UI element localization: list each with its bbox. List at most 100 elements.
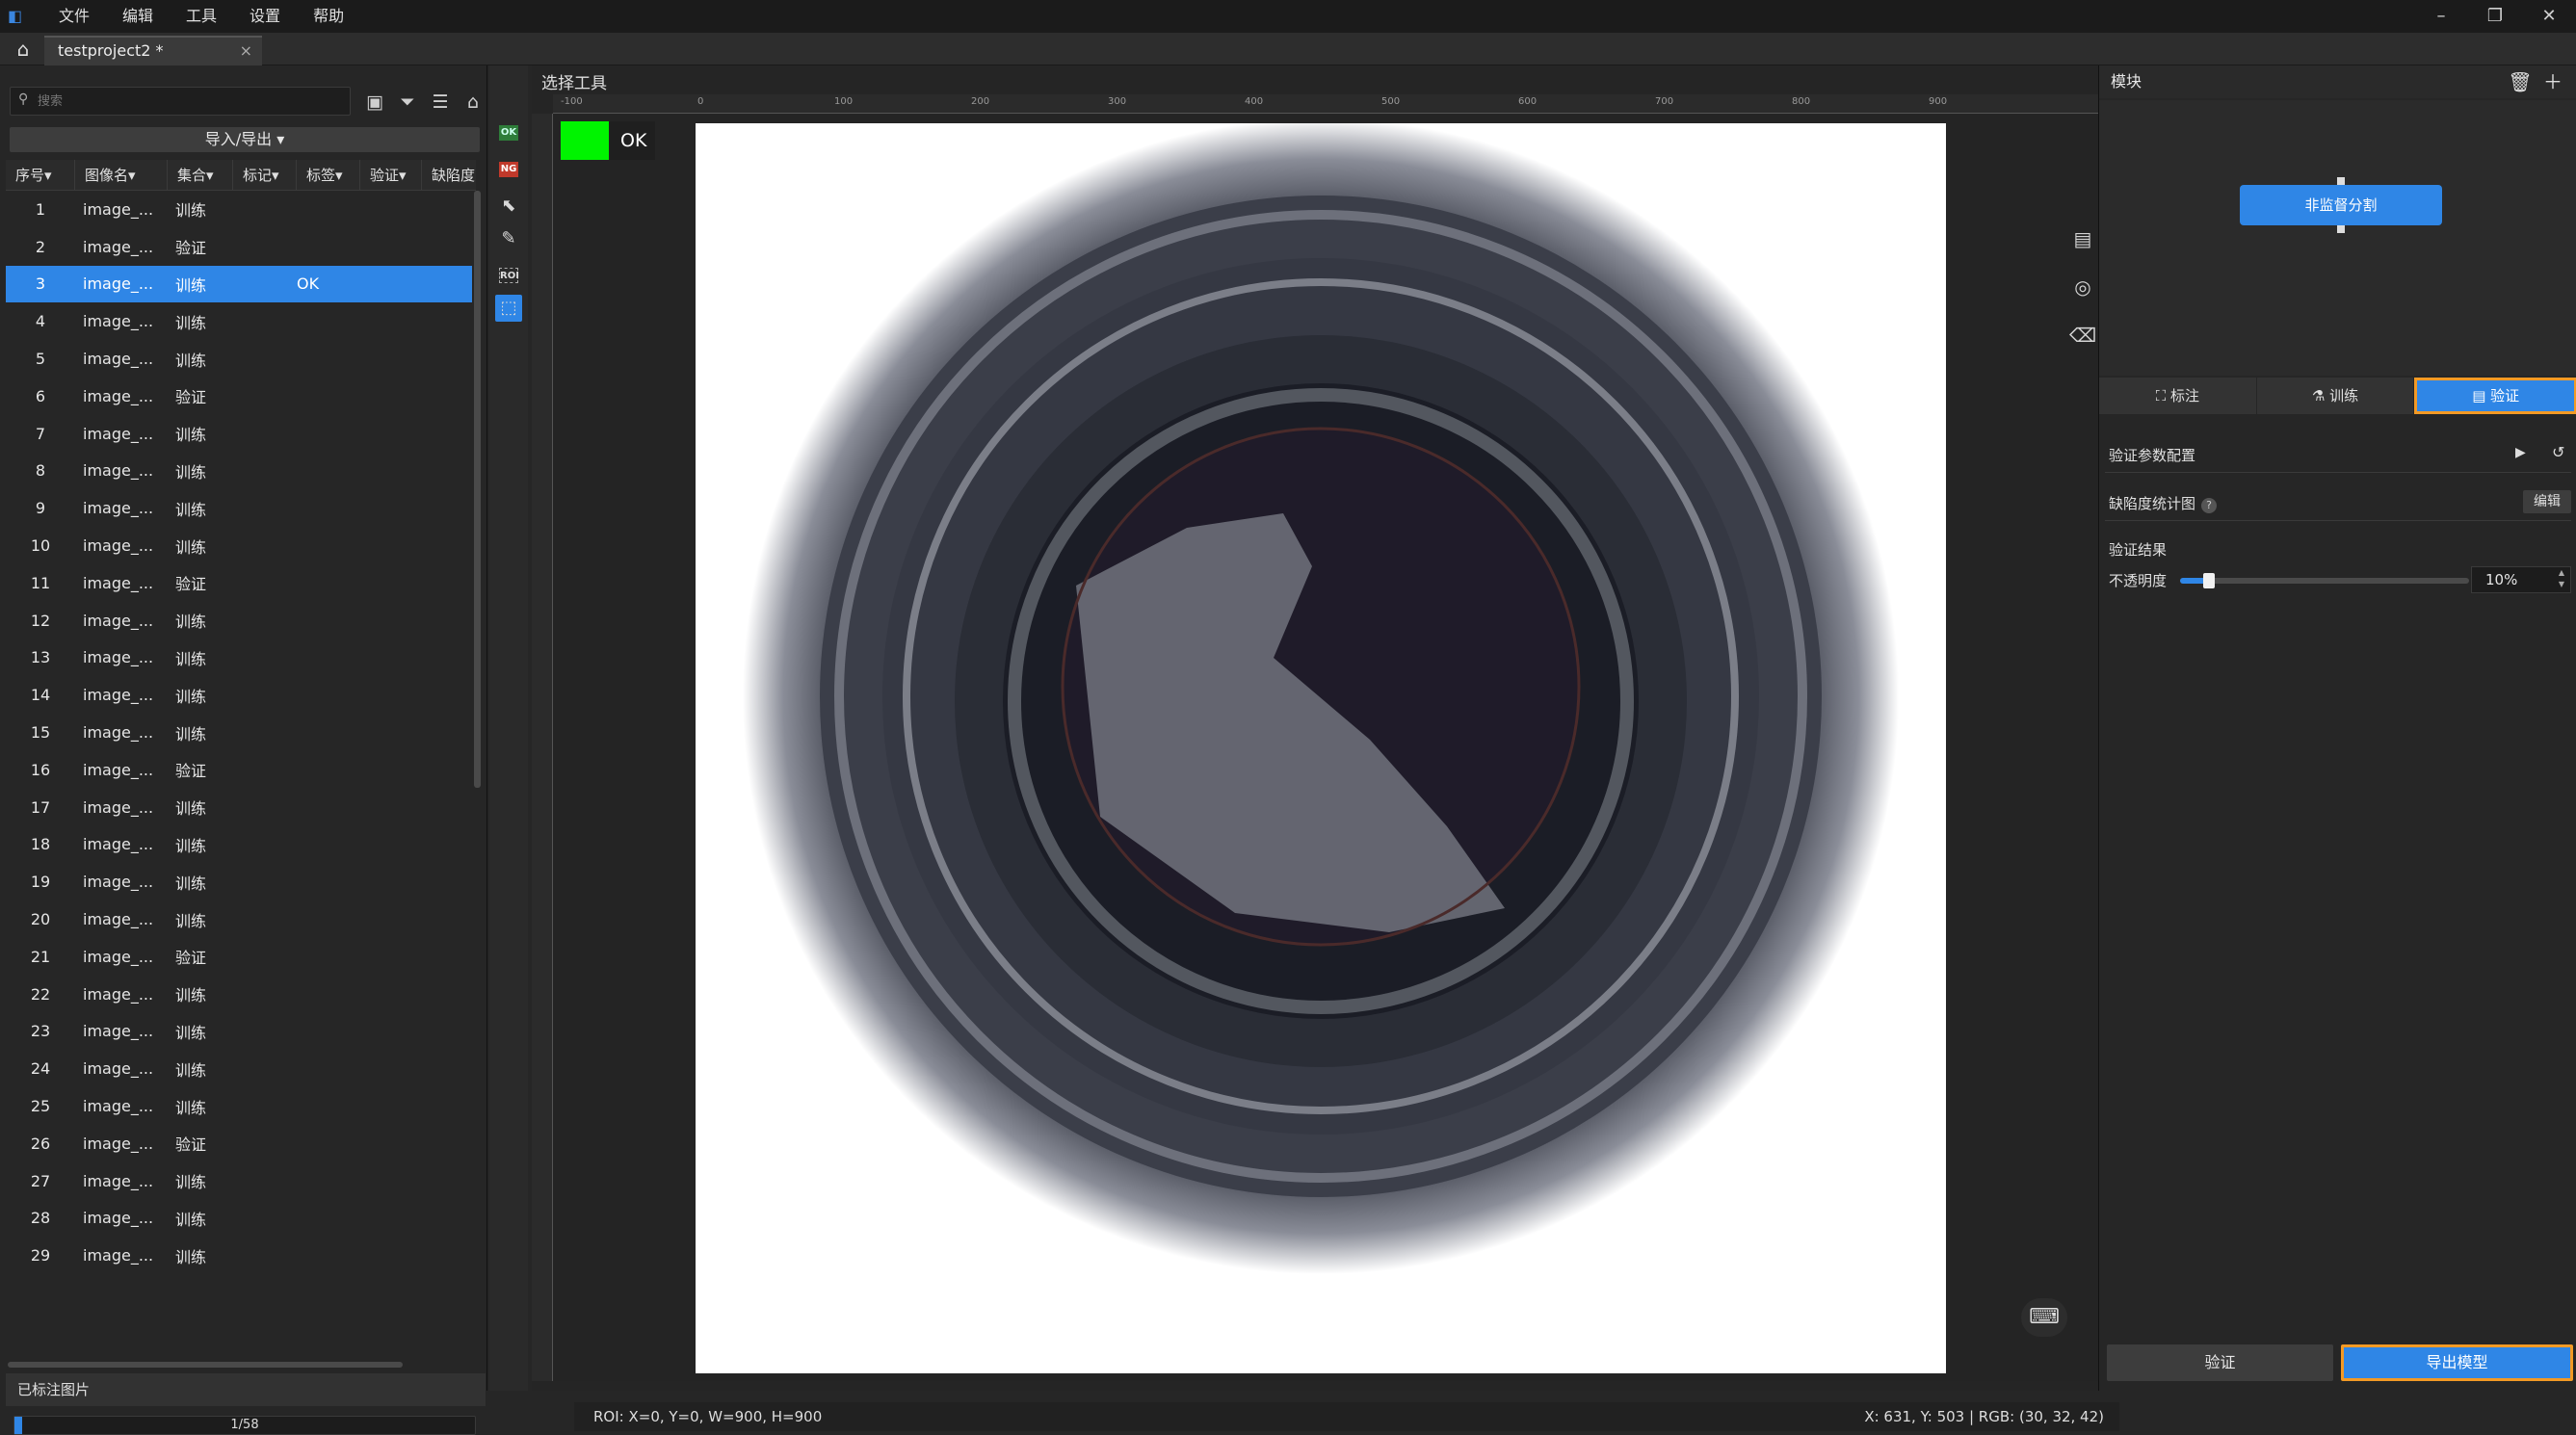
table-row[interactable]: 7 image_... 训练 [6, 415, 472, 453]
table-row[interactable]: 15 image_... 训练 [6, 714, 472, 751]
col-verify[interactable]: 验证▾ [360, 160, 422, 190]
tab-train-text: 训练 [2329, 387, 2359, 404]
table-row[interactable]: 24 image_... 训练 [6, 1050, 472, 1087]
opacity-slider[interactable] [2180, 573, 2469, 588]
table-row[interactable]: 14 image_... 训练 [6, 676, 472, 714]
tab-verify[interactable]: ▤ 验证 [2414, 378, 2576, 414]
row-index: 10 [30, 536, 51, 556]
table-row[interactable]: 16 image_... 验证 [6, 751, 472, 789]
keyboard-icon[interactable]: ⌨ [2021, 1298, 2067, 1337]
menu-file[interactable]: 文件 [42, 0, 106, 33]
table-row[interactable]: 27 image_... 训练 [6, 1162, 472, 1200]
report-icon[interactable]: ▤ [2063, 218, 2102, 260]
roi-tool[interactable]: ROI [499, 268, 519, 283]
table-row[interactable]: 4 image_... 训练 [6, 302, 472, 340]
ng-tool[interactable]: NG [499, 162, 518, 177]
menu-help[interactable]: 帮助 [297, 0, 360, 33]
tab-close-icon[interactable]: × [240, 38, 252, 65]
table-row[interactable]: 3 image_... 训练 OK [6, 265, 472, 303]
table-row[interactable]: 26 image_... 验证 [6, 1125, 472, 1162]
inspection-image[interactable] [696, 123, 1946, 1373]
image-viewport[interactable]: OK ▤ ◎ ⌫ ⌨ ROI: X=0, Y=0, W=900, H=900 X… [553, 114, 2119, 1431]
node-input-port[interactable] [2337, 177, 2345, 185]
col-image-name[interactable]: 图像名▾ [75, 160, 168, 190]
search-input[interactable] [38, 91, 336, 112]
spin-arrows-icon[interactable]: ▲ ▼ [2555, 567, 2568, 590]
table-row[interactable]: 5 image_... 训练 [6, 340, 472, 378]
select-region-icon[interactable]: ⬚ [495, 295, 522, 322]
delete-icon[interactable]: 🗑 [2504, 65, 2537, 98]
clear-label-icon[interactable]: ⌫ [2063, 314, 2102, 356]
edit-button[interactable]: 编辑 [2523, 490, 2571, 513]
col-set[interactable]: 集合▾ [168, 160, 233, 190]
ruler-tick-label: 700 [1655, 96, 1674, 107]
menu-edit[interactable]: 编辑 [106, 0, 170, 33]
train-tab-icon: ⚗ [2311, 387, 2330, 404]
minimize-button[interactable]: – [2414, 0, 2468, 33]
horizontal-scrollbar[interactable] [8, 1362, 403, 1368]
table-row[interactable]: 29 image_... 训练 [6, 1237, 472, 1274]
home-icon[interactable]: ⌂ [10, 37, 37, 62]
ok-tool[interactable]: OK [499, 125, 518, 141]
table-row[interactable]: 13 image_... 训练 [6, 639, 472, 677]
table-row[interactable]: 19 image_... 训练 [6, 863, 472, 900]
table-row[interactable]: 8 image_... 训练 [6, 453, 472, 490]
module-title: 模块 [2111, 72, 2142, 91]
table-row[interactable]: 2 image_... 验证 [6, 228, 472, 266]
opacity-slider-knob[interactable] [2203, 573, 2215, 588]
table-row[interactable]: 6 image_... 验证 [6, 378, 472, 415]
expand-arrow-icon[interactable]: ▶ [2515, 445, 2526, 460]
table-row[interactable]: 25 image_... 训练 [6, 1087, 472, 1125]
col-mark[interactable]: 标记▾ [233, 160, 297, 190]
verify-result-label: 验证结果 [2109, 541, 2168, 559]
verify-button[interactable]: 验证 [2107, 1344, 2333, 1381]
list-view-icon[interactable]: ☰ [424, 89, 457, 116]
view-icon[interactable]: ◎ [2063, 266, 2102, 308]
row-set: 训练 [175, 313, 207, 332]
menu-tools[interactable]: 工具 [170, 0, 233, 33]
export-model-button[interactable]: 导出模型 [2341, 1344, 2573, 1381]
module-actions: 🗑 ＋ [2504, 65, 2569, 98]
tab-label[interactable]: ⛶ 标注 [2099, 378, 2257, 414]
table-row[interactable]: 1 image_... 训练 [6, 191, 472, 228]
table-row[interactable]: 12 image_... 训练 [6, 602, 472, 639]
col-defect[interactable]: 缺陷度 [422, 160, 476, 190]
select-tool-icon[interactable]: ⬉ [495, 193, 522, 220]
folder-icon[interactable]: ⌂ [457, 89, 489, 116]
row-index: 5 [35, 350, 46, 369]
col-index[interactable]: 序号▾ [6, 160, 75, 190]
table-row[interactable]: 9 image_... 训练 [6, 489, 472, 527]
row-image-name: image_... [83, 237, 154, 256]
image-filter-icon[interactable]: ▣ [358, 89, 391, 116]
table-row[interactable]: 17 image_... 训练 [6, 789, 472, 826]
module-flow-canvas[interactable]: 非监督分割 [2099, 100, 2576, 376]
table-row[interactable]: 20 image_... 训练 [6, 900, 472, 938]
opacity-spinbox[interactable]: 10% ▲ ▼ [2471, 566, 2571, 593]
col-tag[interactable]: 标签▾ [297, 160, 360, 190]
eraser-icon[interactable]: ✎ [495, 225, 522, 252]
menu-settings[interactable]: 设置 [233, 0, 297, 33]
add-icon[interactable]: ＋ [2537, 65, 2569, 98]
tab-project[interactable]: testproject2 * × [44, 36, 262, 65]
table-row[interactable]: 18 image_... 训练 [6, 826, 472, 864]
unsupervised-segmentation-node[interactable]: 非监督分割 [2240, 177, 2442, 233]
verify-params-label[interactable]: 验证参数配置 [2109, 445, 2195, 465]
import-export-button[interactable]: 导入/导出 ▾ [10, 127, 480, 152]
row-image-name: image_... [83, 947, 154, 966]
close-window-button[interactable]: ✕ [2522, 0, 2576, 33]
table-row[interactable]: 11 image_... 验证 [6, 564, 472, 602]
table-row[interactable]: 22 image_... 训练 [6, 976, 472, 1013]
table-row[interactable]: 10 image_... 训练 [6, 527, 472, 564]
node-output-port[interactable] [2337, 225, 2345, 233]
vertical-scrollbar[interactable] [474, 191, 481, 788]
table-row[interactable]: 21 image_... 验证 [6, 938, 472, 976]
tab-train[interactable]: ⚗ 训练 [2256, 378, 2415, 414]
filter-icon[interactable]: ⏷ [391, 89, 424, 116]
reset-icon[interactable]: ↺ [2552, 443, 2564, 461]
table-row[interactable]: 28 image_... 训练 [6, 1200, 472, 1238]
table-row[interactable]: 23 image_... 训练 [6, 1013, 472, 1051]
help-icon[interactable]: ? [2201, 498, 2218, 513]
row-index: 19 [30, 873, 51, 892]
restore-button[interactable]: ❐ [2468, 0, 2522, 33]
ruler-tick-label: 100 [834, 96, 854, 107]
